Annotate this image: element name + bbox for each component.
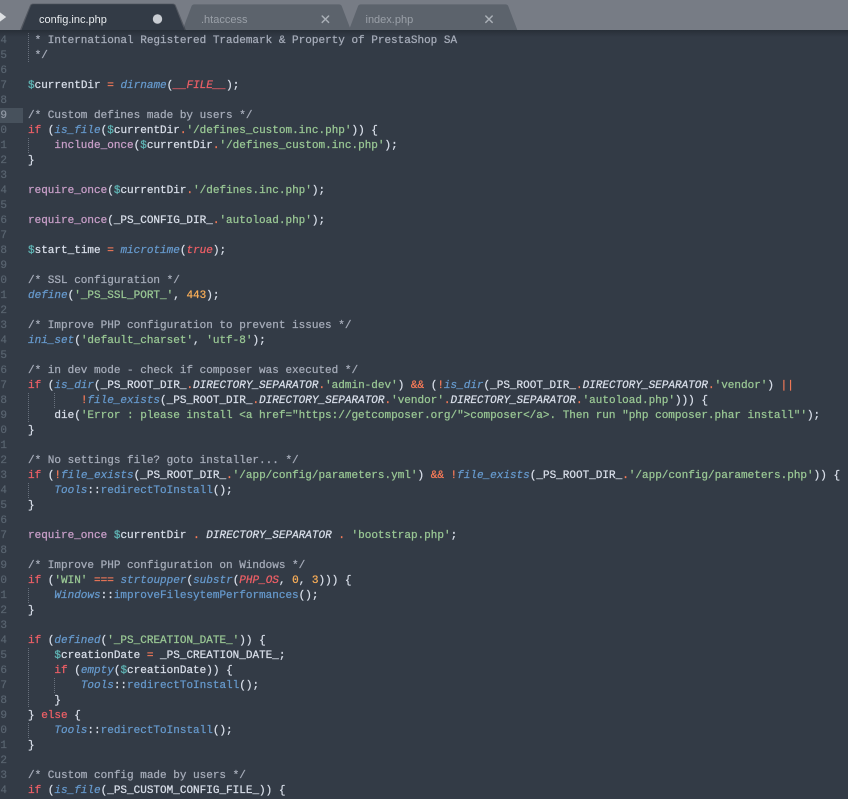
svg-text:.htaccess: .htaccess [201,14,248,26]
svg-text:config.inc.php: config.inc.php [39,14,107,26]
svg-text:index.php: index.php [366,14,414,26]
